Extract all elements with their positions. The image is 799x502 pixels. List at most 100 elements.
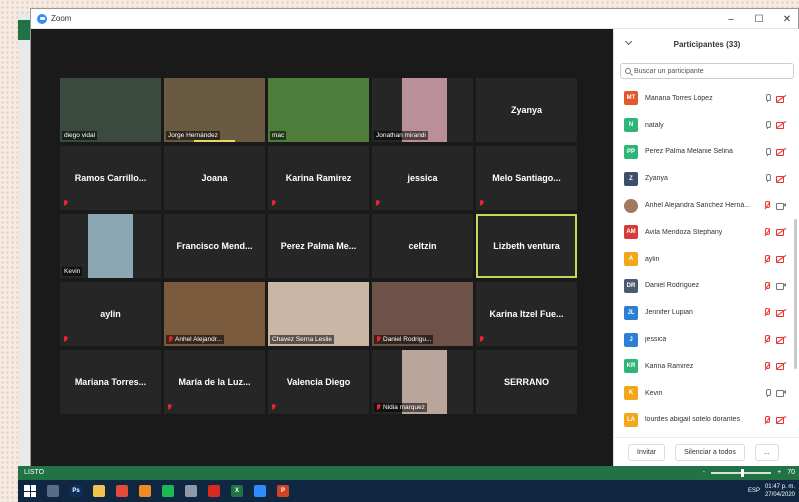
participant-row[interactable]: Anhel Alejandra Sanchez Herná...	[614, 192, 799, 219]
participant-row[interactable]: DR Daniel Rodríguez	[614, 273, 799, 300]
close-button[interactable]: ✕	[782, 14, 792, 25]
participant-row[interactable]: KR Karina Ramirez	[614, 353, 799, 380]
participant-name: Perez Palma Melanie Selina	[645, 148, 733, 156]
system-clock[interactable]: 01:47 p. m. 27/04/2020	[765, 483, 795, 499]
photoshop-icon[interactable]: Ps	[70, 485, 82, 497]
zoom-in-button[interactable]: +	[777, 466, 781, 480]
tile-name-label: Jonathan mirandi	[374, 131, 428, 140]
video-tile[interactable]: Francisco Mend...	[164, 214, 265, 278]
video-tile[interactable]: Jonathan mirandi	[372, 78, 473, 142]
participant-avatar: N	[624, 118, 638, 133]
firefox-icon[interactable]	[139, 485, 151, 497]
participant-search-input[interactable]: Buscar un participante	[620, 63, 794, 79]
file-explorer-icon[interactable]	[93, 485, 105, 497]
tile-name-label: diego vidal	[62, 131, 98, 140]
excel-status-text: LISTO	[24, 469, 45, 476]
participant-row[interactable]: AM Avila Mendoza Stephany	[614, 219, 799, 246]
video-tile[interactable]: Chavez Serna Leslie	[268, 282, 369, 346]
tile-participant-name: aylin	[100, 309, 121, 319]
video-tile[interactable]: jessica	[372, 146, 473, 210]
video-tile[interactable]: Karina Itzel Fue...	[476, 282, 577, 346]
tile-name-text: Anhel Alejandr...	[175, 336, 222, 343]
more-button[interactable]: ...	[754, 444, 779, 461]
excel-icon[interactable]: X	[231, 485, 243, 497]
video-camera-off-icon	[776, 416, 786, 425]
video-tile[interactable]: Anhel Alejandr...	[164, 282, 265, 346]
participant-row[interactable]: PP Perez Palma Melanie Selina	[614, 139, 799, 166]
participant-name: jessica	[645, 336, 667, 344]
maximize-button[interactable]: ☐	[754, 14, 764, 25]
video-tile[interactable]: Perez Palma Me...	[268, 214, 369, 278]
microphone-muted-icon	[764, 415, 770, 424]
video-camera-icon	[776, 282, 786, 291]
video-tile[interactable]: Joana	[164, 146, 265, 210]
start-button[interactable]	[24, 485, 36, 497]
microphone-muted-icon	[764, 308, 770, 316]
participant-avatar: PP	[624, 144, 638, 159]
video-tile[interactable]: Ramos Carrillo...	[60, 146, 161, 210]
video-tile[interactable]: Kevin	[60, 214, 161, 278]
video-grid: diego vidal Jorge Hernández mac Jonathan mi…	[60, 78, 577, 414]
tile-name-label: Chavez Serna Leslie	[270, 335, 334, 344]
video-tile[interactable]: celtzin	[372, 214, 473, 278]
chevron-down-icon[interactable]	[624, 37, 633, 46]
tile-name-text: Chavez Serna Leslie	[272, 336, 332, 343]
zoom-icon[interactable]	[254, 485, 266, 497]
participant-row[interactable]: MT Mariana Torres López	[614, 85, 799, 112]
spotify-icon[interactable]	[162, 485, 174, 497]
mute-all-button[interactable]: Silenciar a todos	[675, 444, 745, 461]
video-tile[interactable]: Nidia marquez	[372, 350, 473, 414]
participant-row[interactable]: Z Zyanya	[614, 165, 799, 192]
video-tile[interactable]: Karina Ramirez	[268, 146, 369, 210]
video-camera-off-icon	[776, 362, 786, 371]
video-tile[interactable]: Mariana Torres...	[60, 350, 161, 414]
video-tile[interactable]: mac	[268, 78, 369, 142]
microphone-muted-icon	[764, 335, 770, 343]
participant-avatar: J	[624, 332, 638, 347]
video-camera-off-icon	[776, 95, 786, 103]
zoom-out-button[interactable]: -	[703, 466, 705, 480]
video-tile[interactable]: diego vidal	[60, 78, 161, 142]
acrobat-icon[interactable]	[208, 485, 220, 497]
video-camera-icon	[776, 389, 786, 398]
tile-name-text: Jonathan mirandi	[376, 132, 426, 139]
gallery-view: diego vidal Jorge Hernández mac Jonathan mi…	[31, 29, 613, 467]
keyboard-language[interactable]: ESP	[748, 488, 760, 494]
video-tile[interactable]: Daniel Rodrigu...	[372, 282, 473, 346]
participant-row[interactable]: Jjessica	[614, 326, 799, 353]
participant-video	[88, 214, 133, 278]
participant-row[interactable]: JL Jennifer Lupian	[614, 299, 799, 326]
task-view-icon[interactable]	[47, 485, 59, 497]
participant-row[interactable]: K Kevin	[614, 380, 799, 407]
participant-name: Avila Mendoza Stephany	[645, 228, 723, 236]
excel-zoom-slider[interactable]	[711, 469, 772, 477]
participant-row[interactable]: Aaylin	[614, 246, 799, 273]
microphone-muted-icon	[764, 361, 770, 370]
chrome-icon[interactable]	[116, 485, 128, 497]
camera-icon[interactable]	[185, 485, 197, 497]
mic-muted-icon	[271, 200, 276, 207]
video-tile[interactable]: María de la Luz...	[164, 350, 265, 414]
participant-list-scrollbar[interactable]	[794, 219, 797, 369]
tile-participant-name: Mariana Torres...	[74, 377, 147, 387]
video-tile[interactable]: aylin	[60, 282, 161, 346]
participant-name: Jennifer Lupian	[645, 309, 693, 317]
video-tile[interactable]: Valencia Diego	[268, 350, 369, 414]
minimize-button[interactable]: –	[726, 14, 736, 25]
video-camera-off-icon	[776, 255, 786, 264]
video-tile[interactable]: Jorge Hernández	[164, 78, 265, 142]
clock-date: 27/04/2020	[764, 492, 795, 498]
tile-participant-name: Lizbeth ventura	[493, 241, 560, 251]
powerpoint-icon[interactable]: P	[277, 485, 289, 497]
video-tile[interactable]: SERRANO	[476, 350, 577, 414]
participant-row[interactable]: LA lourdes abigail sotelo dorantes	[614, 407, 799, 434]
excel-ribbon-corner	[18, 20, 30, 40]
video-tile[interactable]: Melo Santiago...	[476, 146, 577, 210]
tile-name-label: Anhel Alejandr...	[166, 335, 224, 344]
video-tile[interactable]: Lizbeth ventura	[476, 214, 577, 278]
participant-row[interactable]: Nnataly	[614, 112, 799, 139]
participant-avatar: JL	[624, 305, 638, 320]
active-speaker-indicator	[194, 140, 235, 142]
video-tile[interactable]: Zyanya	[476, 78, 577, 142]
invite-button[interactable]: Invitar	[628, 444, 666, 461]
